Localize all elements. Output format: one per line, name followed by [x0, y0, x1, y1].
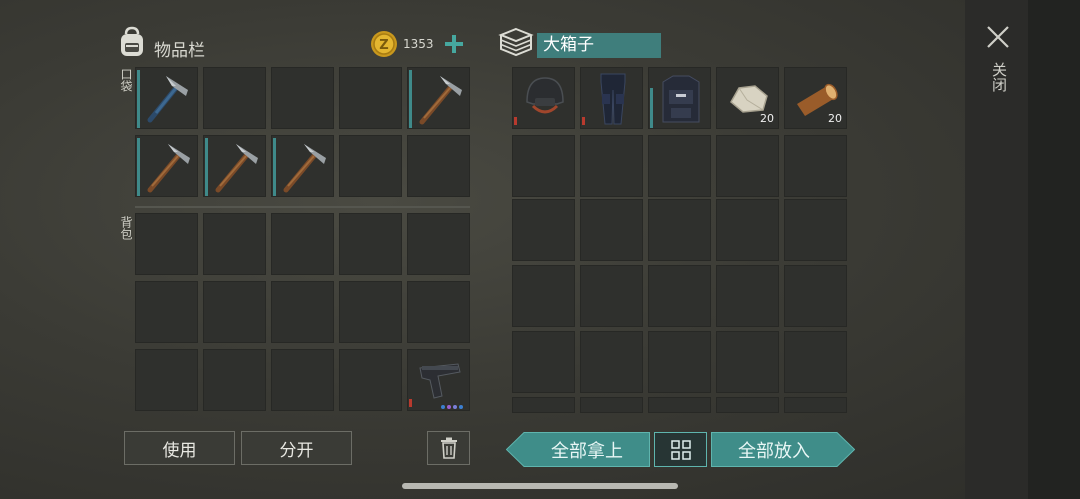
- container-slot[interactable]: [784, 135, 847, 197]
- backpack-slot[interactable]: [339, 281, 402, 343]
- container-slot[interactable]: [580, 265, 643, 327]
- pocket-slot[interactable]: [339, 135, 402, 197]
- container-slot[interactable]: 20: [784, 67, 847, 129]
- backpack-slot[interactable]: [135, 213, 198, 275]
- helmet-icon: [526, 77, 564, 114]
- backpack-slot[interactable]: [339, 213, 402, 275]
- backpack-slot[interactable]: [407, 281, 470, 343]
- container-slot[interactable]: [648, 331, 711, 393]
- backpack-slot[interactable]: [135, 349, 198, 411]
- container-slot[interactable]: [580, 199, 643, 261]
- container-slot[interactable]: [716, 199, 779, 261]
- item-quantity: 20: [760, 112, 774, 125]
- container-slot[interactable]: [648, 135, 711, 197]
- armored-pants-icon: [600, 73, 626, 125]
- pocket-slot[interactable]: [203, 135, 266, 197]
- container-slot[interactable]: [716, 331, 779, 393]
- pickaxe-icon: [215, 144, 258, 193]
- gold-coin-icon: Z: [370, 30, 398, 58]
- attachment-dots-icon: [441, 405, 463, 409]
- take-all-label: 全部拿上: [551, 440, 623, 462]
- container-title: 大箱子: [537, 33, 661, 58]
- backpack-slot[interactable]: [203, 349, 266, 411]
- backpack-label: 背包: [119, 216, 133, 240]
- container-slot[interactable]: [716, 265, 779, 327]
- pocket-label: 口袋: [119, 68, 133, 92]
- box-icon: [498, 26, 534, 58]
- pickaxe-icon: [147, 76, 188, 123]
- backpack-slot[interactable]: [407, 349, 470, 411]
- sort-button[interactable]: [654, 432, 707, 467]
- backpack-slot[interactable]: [203, 281, 266, 343]
- container-slot[interactable]: [580, 331, 643, 393]
- add-currency-button[interactable]: [443, 33, 465, 55]
- container-slot[interactable]: [580, 67, 643, 129]
- trash-icon: [440, 437, 457, 459]
- container-slot[interactable]: [716, 397, 779, 413]
- backpack-slot[interactable]: [203, 213, 266, 275]
- item-quantity: 20: [828, 112, 842, 125]
- backpack-icon: [117, 26, 147, 58]
- container-slot[interactable]: [512, 265, 575, 327]
- pocket-slot[interactable]: [407, 135, 470, 197]
- pocket-slot[interactable]: [271, 135, 334, 197]
- pocket-slot[interactable]: [271, 67, 334, 129]
- container-slot[interactable]: [648, 265, 711, 327]
- armored-vest-icon: [662, 75, 700, 123]
- container-slot[interactable]: [784, 199, 847, 261]
- home-indicator: [402, 483, 678, 489]
- trash-button[interactable]: [427, 431, 470, 465]
- grid-sort-icon: [671, 440, 691, 460]
- section-divider: [135, 206, 470, 208]
- put-all-label: 全部放入: [738, 440, 810, 462]
- backpack-slot[interactable]: [271, 349, 334, 411]
- container-slot[interactable]: [648, 397, 711, 413]
- close-label: 关闭: [990, 62, 1008, 92]
- close-button[interactable]: [985, 24, 1011, 50]
- side-panel-edge: [1028, 0, 1080, 499]
- take-all-button[interactable]: 全部拿上: [506, 432, 650, 467]
- container-slot[interactable]: [716, 135, 779, 197]
- container-slot[interactable]: [580, 135, 643, 197]
- container-slot[interactable]: [512, 135, 575, 197]
- container-slot[interactable]: [512, 67, 575, 129]
- inventory-title: 物品栏: [154, 41, 205, 61]
- container-slot[interactable]: [784, 265, 847, 327]
- backpack-slot[interactable]: [135, 281, 198, 343]
- container-slot[interactable]: [784, 331, 847, 393]
- backpack-slot[interactable]: [271, 213, 334, 275]
- pickaxe-icon: [419, 76, 462, 125]
- backpack-slot[interactable]: [407, 213, 470, 275]
- currency-amount: 1353: [403, 37, 434, 51]
- container-slot[interactable]: [512, 199, 575, 261]
- pickaxe-icon: [147, 144, 190, 193]
- container-slot[interactable]: [648, 199, 711, 261]
- pocket-slot[interactable]: [339, 67, 402, 129]
- close-icon: [987, 26, 1009, 48]
- backpack-slot[interactable]: [339, 349, 402, 411]
- container-slot[interactable]: 20: [716, 67, 779, 129]
- use-button[interactable]: 使用: [124, 431, 235, 465]
- container-slot[interactable]: [580, 397, 643, 413]
- svg-text:Z: Z: [379, 38, 388, 53]
- pocket-slot[interactable]: [407, 67, 470, 129]
- pickaxe-icon: [283, 144, 326, 193]
- container-slot[interactable]: [512, 397, 575, 413]
- pocket-slot[interactable]: [135, 67, 198, 129]
- pocket-slot[interactable]: [135, 135, 198, 197]
- container-slot[interactable]: [648, 67, 711, 129]
- split-button[interactable]: 分开: [241, 431, 352, 465]
- pocket-slot[interactable]: [203, 67, 266, 129]
- container-slot[interactable]: [512, 331, 575, 393]
- put-all-button[interactable]: 全部放入: [711, 432, 855, 467]
- container-slot[interactable]: [784, 397, 847, 413]
- backpack-slot[interactable]: [271, 281, 334, 343]
